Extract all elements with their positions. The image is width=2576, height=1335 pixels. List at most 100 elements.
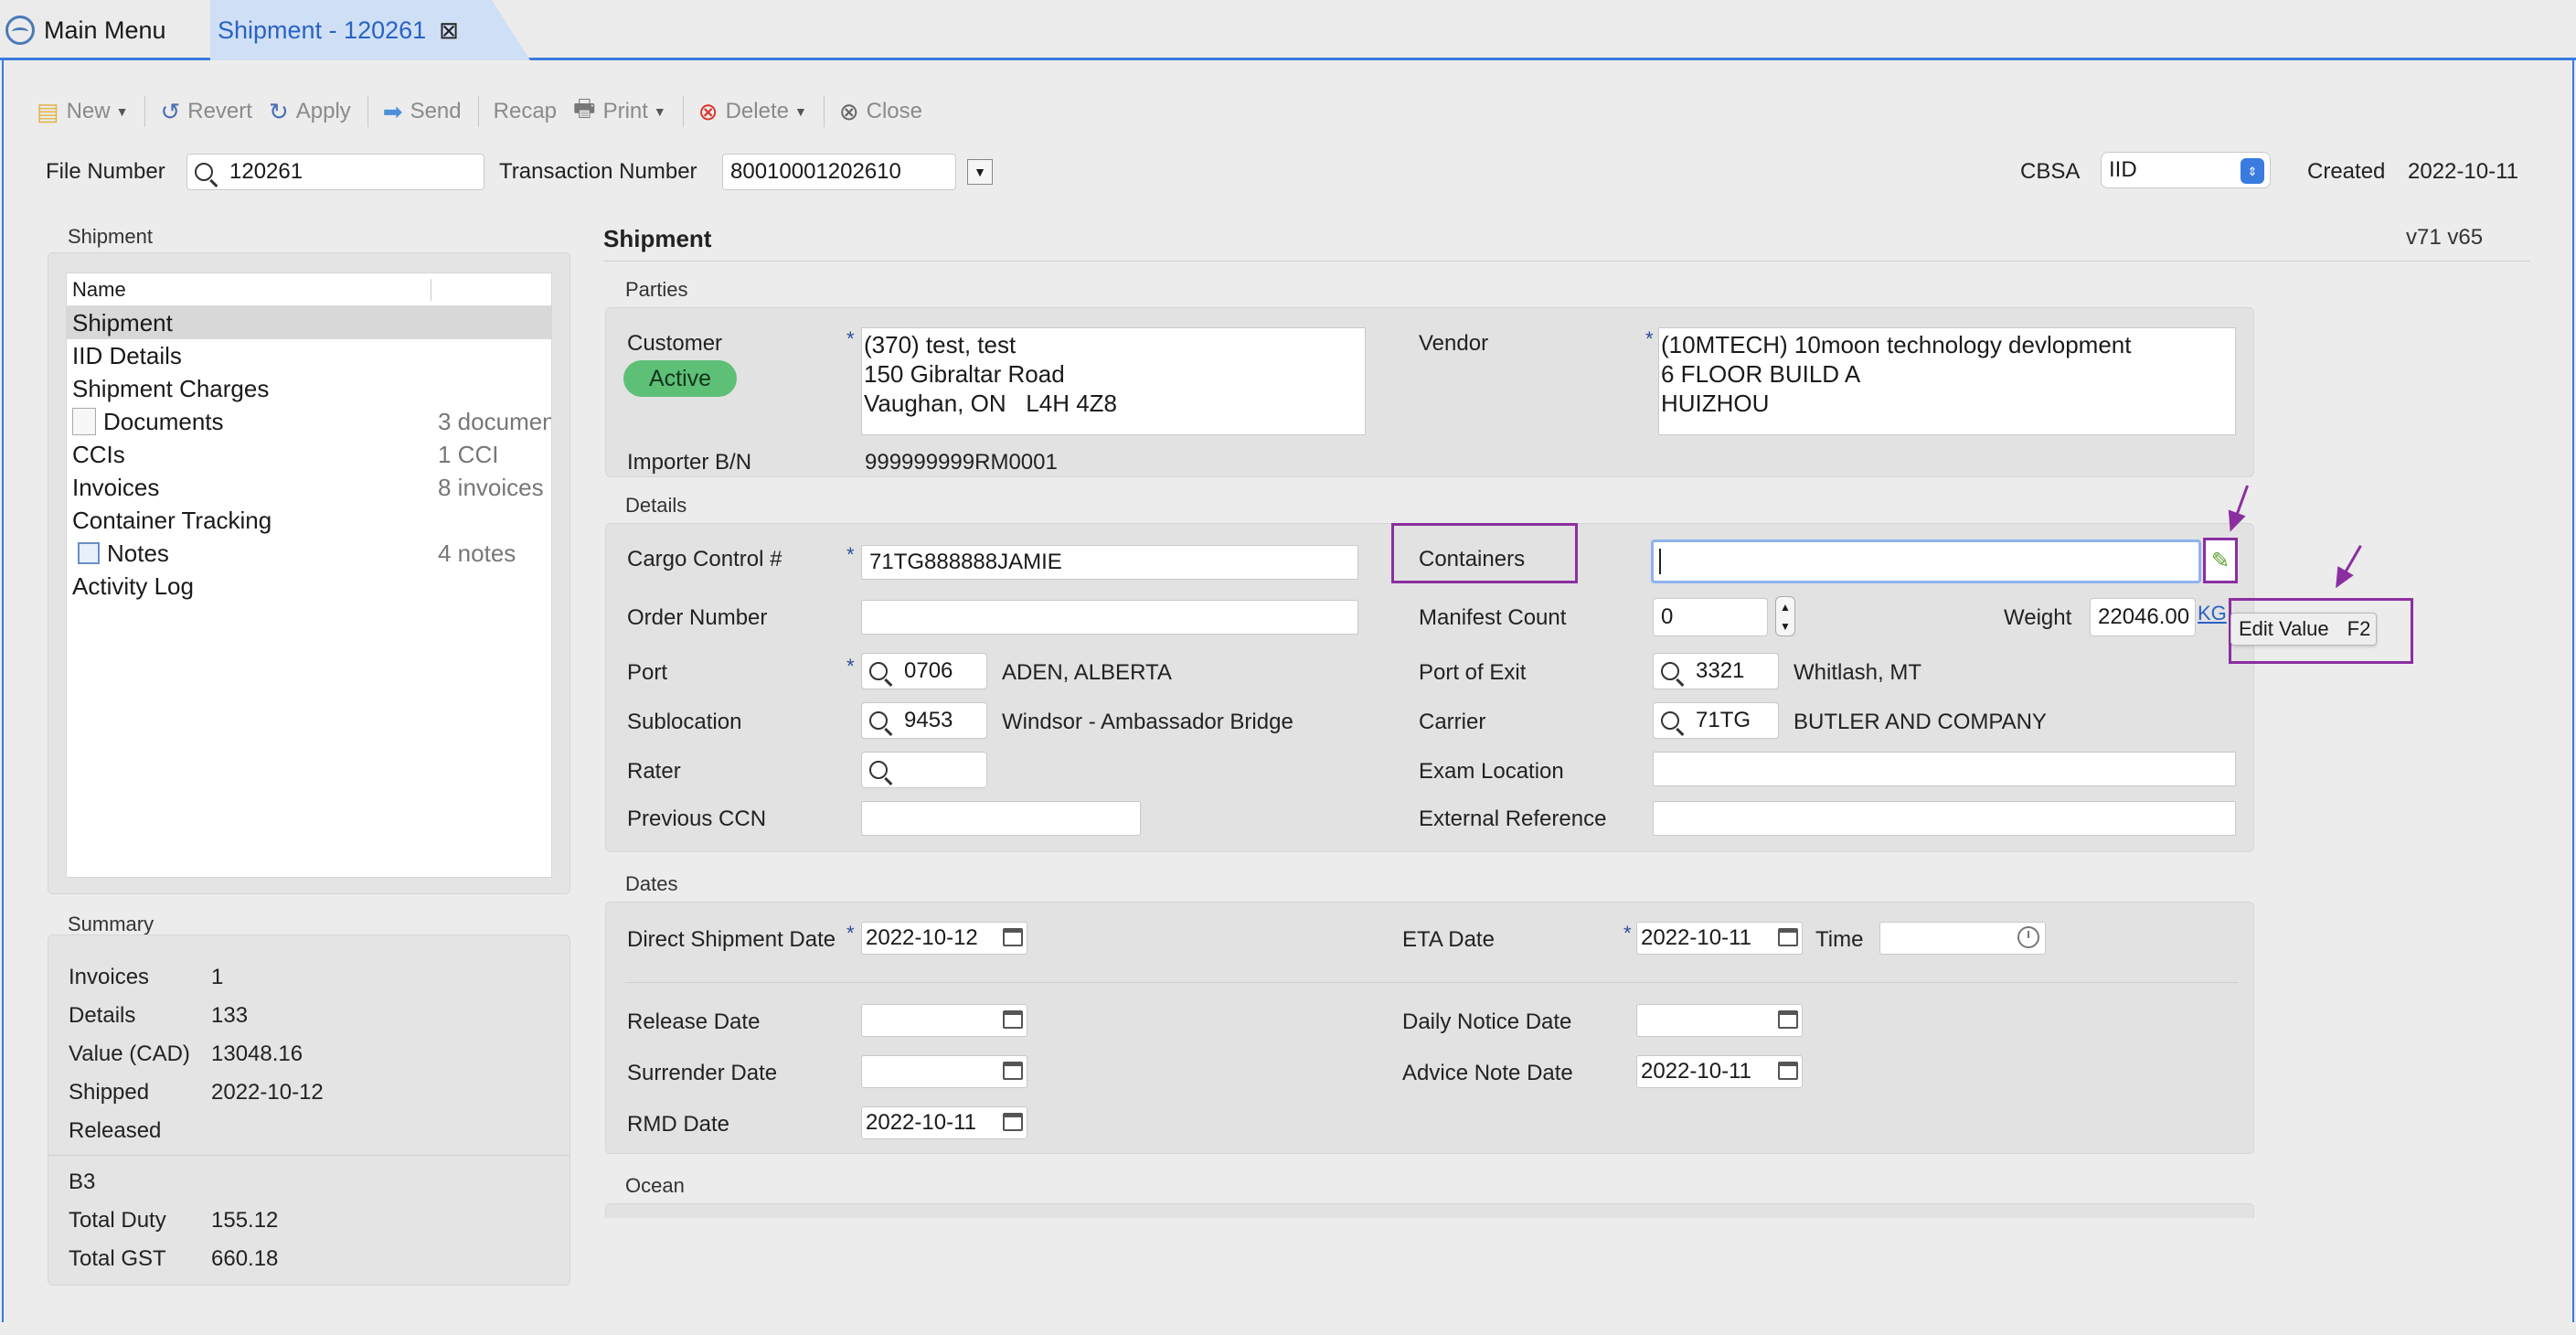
tree-item-activity-log[interactable]: Activity Log	[67, 570, 551, 603]
carrier-name: BUTLER AND COMPANY	[1794, 710, 2047, 734]
search-icon[interactable]	[869, 761, 888, 779]
new-button[interactable]: ▤ New ▼	[37, 98, 128, 126]
search-icon[interactable]	[869, 662, 888, 680]
edit-value-tooltip: Edit Value F2	[2230, 613, 2377, 646]
direct-shipment-date-field[interactable]: 2022-10-12	[861, 922, 1027, 955]
carrier-field[interactable]: 71TG	[1653, 702, 1779, 739]
weight-field[interactable]: 22046.00	[2090, 598, 2196, 636]
dates-title: Dates	[625, 872, 678, 895]
cbsa-select[interactable]: IID ⇕	[2101, 152, 2271, 188]
calendar-icon[interactable]	[1003, 928, 1023, 946]
tree-item-notes[interactable]: Notes 4 notes	[67, 537, 551, 570]
exam-location-field[interactable]	[1653, 752, 2236, 786]
rater-field[interactable]	[861, 752, 987, 788]
port-exit-label: Port of Exit	[1419, 660, 1527, 685]
manifest-count-value: 0	[1661, 604, 1674, 629]
tree-item-count: 1 CCI	[438, 440, 499, 468]
recap-button[interactable]: Recap	[494, 99, 557, 124]
search-icon[interactable]	[1661, 711, 1679, 730]
details-title: Details	[625, 494, 687, 517]
summary-row: Value (CAD) 13048.16	[69, 1041, 303, 1067]
tree-item-documents[interactable]: Documents 3 documents	[67, 405, 551, 438]
chevron-up-icon[interactable]: ▲	[1780, 601, 1791, 614]
chevron-down-icon[interactable]: ▼	[1780, 620, 1791, 633]
delete-button[interactable]: ⊗ Delete ▼	[698, 98, 807, 126]
calendar-icon[interactable]	[1778, 1010, 1798, 1029]
apply-button[interactable]: ↻ Apply	[269, 98, 351, 126]
revert-button[interactable]: ↺ Revert	[160, 98, 251, 126]
advice-note-date-field[interactable]: 2022-10-11	[1636, 1055, 1803, 1088]
print-button[interactable]: 🖶 Print ▼	[573, 91, 666, 132]
external-reference-field[interactable]	[1653, 801, 2236, 836]
surrender-date-field[interactable]	[861, 1055, 1027, 1088]
time-field[interactable]	[1879, 922, 2046, 955]
search-icon[interactable]	[1661, 662, 1679, 680]
close-button[interactable]: ⊗ Close	[839, 98, 922, 126]
manifest-stepper[interactable]: ▲ ▼	[1775, 596, 1795, 636]
calendar-icon[interactable]	[1003, 1113, 1023, 1131]
search-icon[interactable]	[869, 711, 888, 730]
rmd-date-label: RMD Date	[627, 1112, 730, 1137]
tree-item-shipment[interactable]: Shipment	[67, 306, 551, 339]
chevron-down-icon[interactable]: ▼	[794, 104, 807, 119]
tree-item-invoices[interactable]: Invoices 8 invoices	[67, 471, 551, 504]
rmd-date-field[interactable]: 2022-10-11	[861, 1106, 1027, 1139]
toolbar-divider	[682, 96, 684, 127]
calendar-icon[interactable]	[1003, 1062, 1023, 1080]
surrender-date-label: Surrender Date	[627, 1061, 778, 1085]
calendar-icon[interactable]	[1778, 1062, 1798, 1080]
release-date-field[interactable]	[861, 1004, 1027, 1037]
customer-field[interactable]: (370) test, test 150 Gibraltar Road Vaug…	[861, 327, 1366, 435]
advice-note-date-label: Advice Note Date	[1402, 1061, 1573, 1085]
close-tab-icon[interactable]: ⊠	[439, 16, 459, 45]
required-marker: *	[846, 327, 855, 350]
tree-item-container-tracking[interactable]: Container Tracking	[67, 504, 551, 537]
tree-item-label: Activity Log	[72, 571, 194, 600]
vendor-field[interactable]: (10MTECH) 10moon technology devlopment 6…	[1658, 327, 2236, 435]
calendar-icon[interactable]	[1003, 1010, 1023, 1029]
previous-ccn-field[interactable]	[861, 801, 1141, 836]
status-badge: Active	[623, 360, 737, 397]
file-number-field[interactable]: 120261	[186, 154, 484, 190]
eta-date-value: 2022-10-11	[1641, 925, 1751, 950]
tree-item-ccis[interactable]: CCIs 1 CCI	[67, 438, 551, 471]
ocean-group	[605, 1203, 2254, 1218]
search-icon[interactable]	[195, 163, 213, 181]
daily-notice-date-field[interactable]	[1636, 1004, 1803, 1037]
transaction-dropdown-button[interactable]: ▼	[967, 159, 993, 185]
tree-item-shipment-charges[interactable]: Shipment Charges	[67, 372, 551, 405]
port-exit-field[interactable]: 3321	[1653, 653, 1779, 689]
cargo-control-field[interactable]: 71TG888888JAMIE	[861, 545, 1358, 580]
tree-item-label: IID Details	[72, 341, 182, 369]
tree-item-count: 4 notes	[438, 539, 516, 567]
text-cursor	[1659, 549, 1661, 574]
cargo-control-value: 71TG888888JAMIE	[869, 550, 1062, 574]
edit-value-button[interactable]: ✎	[2203, 538, 2238, 583]
chevron-down-icon[interactable]: ▼	[654, 104, 666, 119]
clock-icon[interactable]	[2017, 926, 2039, 948]
order-number-field[interactable]	[861, 600, 1358, 635]
calendar-icon[interactable]	[1778, 928, 1798, 946]
new-label: New	[66, 99, 111, 123]
tree-item-label: Documents	[103, 407, 224, 435]
containers-field[interactable]	[1651, 539, 2201, 583]
eta-date-field[interactable]: 2022-10-11	[1636, 922, 1803, 955]
apply-label: Apply	[295, 99, 351, 123]
port-field[interactable]: 0706	[861, 653, 987, 689]
chevron-down-icon[interactable]: ▼	[116, 104, 129, 119]
weight-unit-link[interactable]: KG	[2198, 602, 2227, 625]
tree-item-label: Shipment Charges	[72, 374, 270, 402]
port-name: ADEN, ALBERTA	[1002, 660, 1172, 685]
sublocation-name: Windsor - Ambassador Bridge	[1002, 710, 1293, 734]
tab-shipment[interactable]: Shipment - 120261 ⊠	[210, 0, 530, 60]
sublocation-field[interactable]: 9453	[861, 702, 987, 739]
send-button[interactable]: ➡ Send	[383, 98, 462, 126]
transaction-number-field[interactable]: 80010001202610	[722, 154, 956, 190]
manifest-count-field[interactable]: 0	[1653, 598, 1768, 636]
summary-row: Total GST 660.18	[69, 1246, 278, 1272]
tab-main-menu[interactable]: Main Menu	[0, 0, 210, 60]
release-date-label: Release Date	[627, 1009, 761, 1034]
previous-ccn-label: Previous CCN	[627, 806, 767, 831]
port-exit-code: 3321	[1696, 658, 1745, 683]
tree-item-iid-details[interactable]: IID Details	[67, 339, 551, 372]
